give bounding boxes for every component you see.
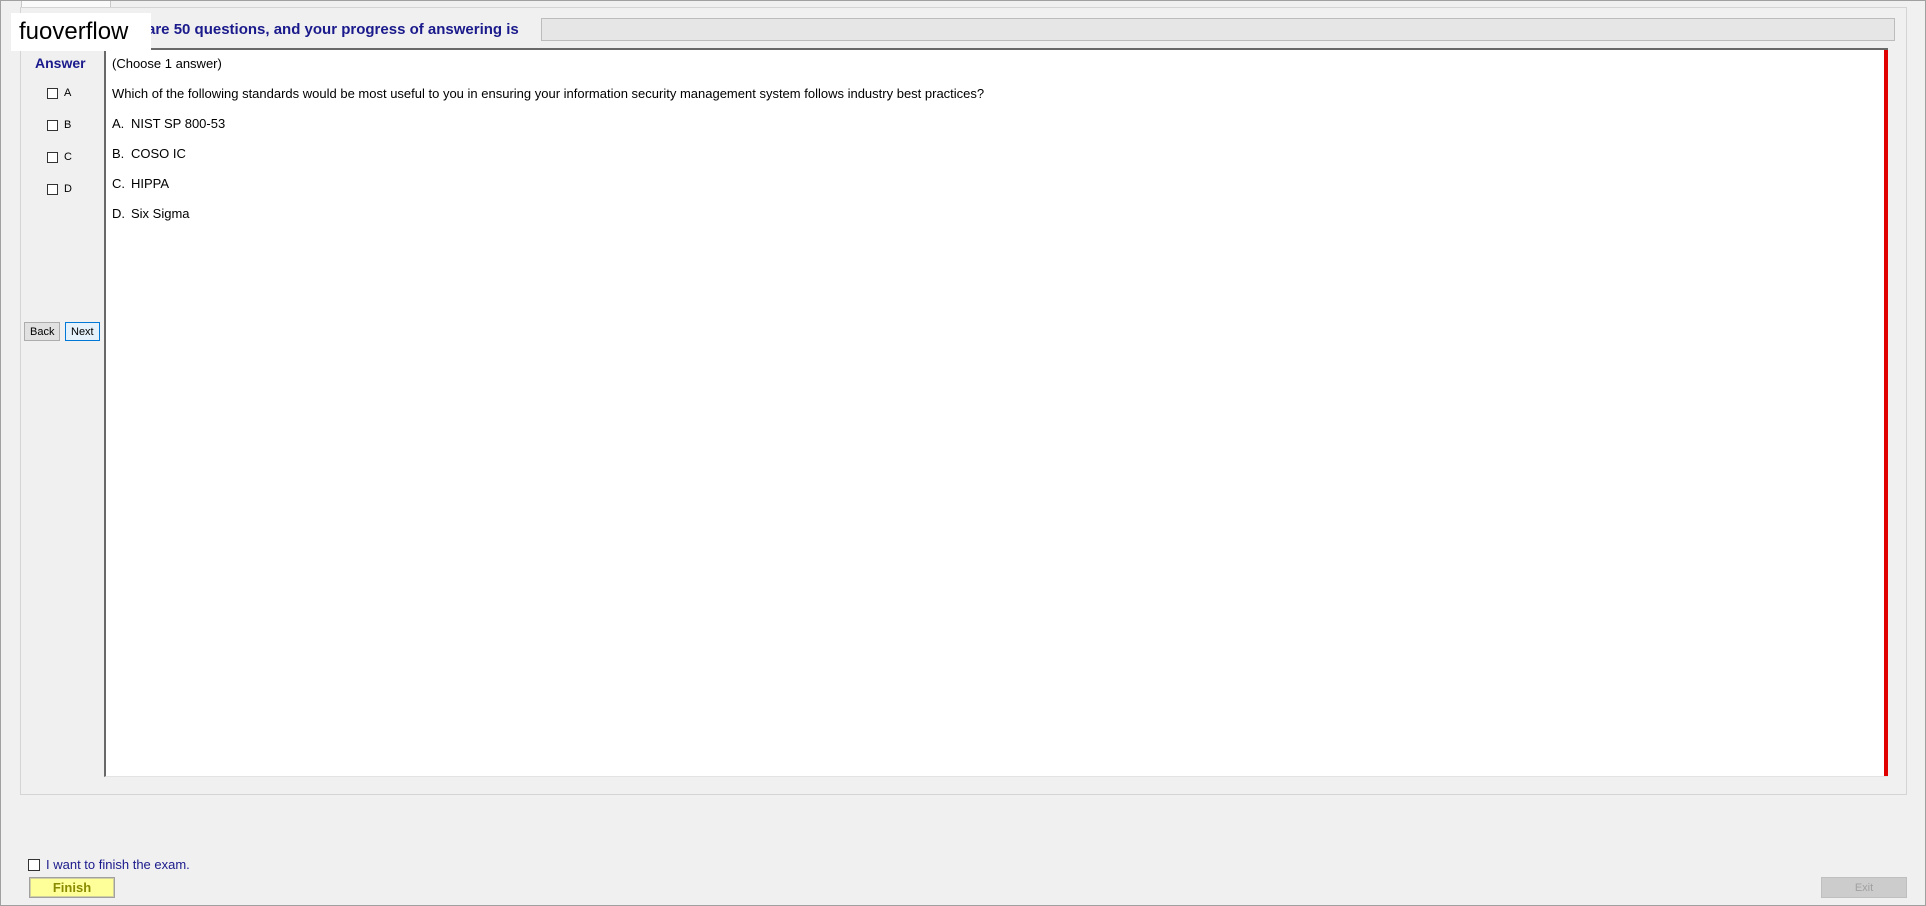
choice-a: A. NIST SP 800-53	[112, 116, 225, 131]
answer-checkbox-c[interactable]	[47, 151, 58, 163]
next-button[interactable]: Next	[65, 322, 100, 341]
answer-letter-a: A	[64, 87, 72, 99]
back-button[interactable]: Back	[24, 322, 61, 341]
watermark-overlay: fuoverflow	[11, 13, 151, 51]
scroll-marker-bar	[1884, 50, 1888, 776]
answer-letter-c: C	[64, 151, 72, 163]
choice-text-b: COSO IC	[131, 146, 186, 161]
choice-d: D. Six Sigma	[112, 206, 190, 221]
answer-checkbox-d[interactable]	[47, 183, 58, 195]
answer-checkbox-a[interactable]	[47, 87, 58, 99]
exam-window: fuoverflow are 50 questions, and your pr…	[0, 0, 1926, 906]
question-pane: (Choose 1 answer) Which of the following…	[104, 48, 1888, 777]
choice-c: C. HIPPA	[112, 176, 169, 191]
answer-letter-d: D	[64, 183, 72, 195]
answer-checkbox-b[interactable]	[47, 119, 58, 131]
answer-title: Answer	[35, 55, 86, 71]
progress-bar	[541, 18, 1895, 41]
answer-panel: Answer A B C D Back Next	[23, 49, 105, 779]
finish-exam-option[interactable]: I want to finish the exam.	[28, 857, 190, 872]
question-text: Which of the following standards would b…	[112, 86, 985, 101]
exit-button: Exit	[1821, 877, 1907, 898]
finish-exam-checkbox[interactable]	[28, 858, 40, 871]
question-instruction: (Choose 1 answer)	[112, 56, 222, 71]
finish-button[interactable]: Finish	[29, 877, 115, 898]
finish-exam-label[interactable]: I want to finish the exam.	[46, 857, 190, 872]
choice-letter-b: B.	[112, 146, 125, 161]
progress-header-text: are 50 questions, and your progress of a…	[147, 21, 519, 38]
choice-text-d: Six Sigma	[131, 206, 190, 221]
choice-letter-c: C.	[112, 176, 125, 191]
answer-option-d[interactable]: D	[47, 181, 72, 197]
choice-b: B. COSO IC	[112, 146, 186, 161]
answer-option-b[interactable]: B	[47, 117, 71, 133]
answer-option-c[interactable]: C	[47, 149, 72, 165]
choice-text-a: NIST SP 800-53	[131, 116, 226, 131]
answer-option-a[interactable]: A	[47, 85, 71, 101]
answer-letter-b: B	[64, 119, 72, 131]
choice-text-c: HIPPA	[131, 176, 170, 191]
choice-letter-d: D.	[112, 206, 125, 221]
choice-letter-a: A.	[112, 116, 125, 131]
